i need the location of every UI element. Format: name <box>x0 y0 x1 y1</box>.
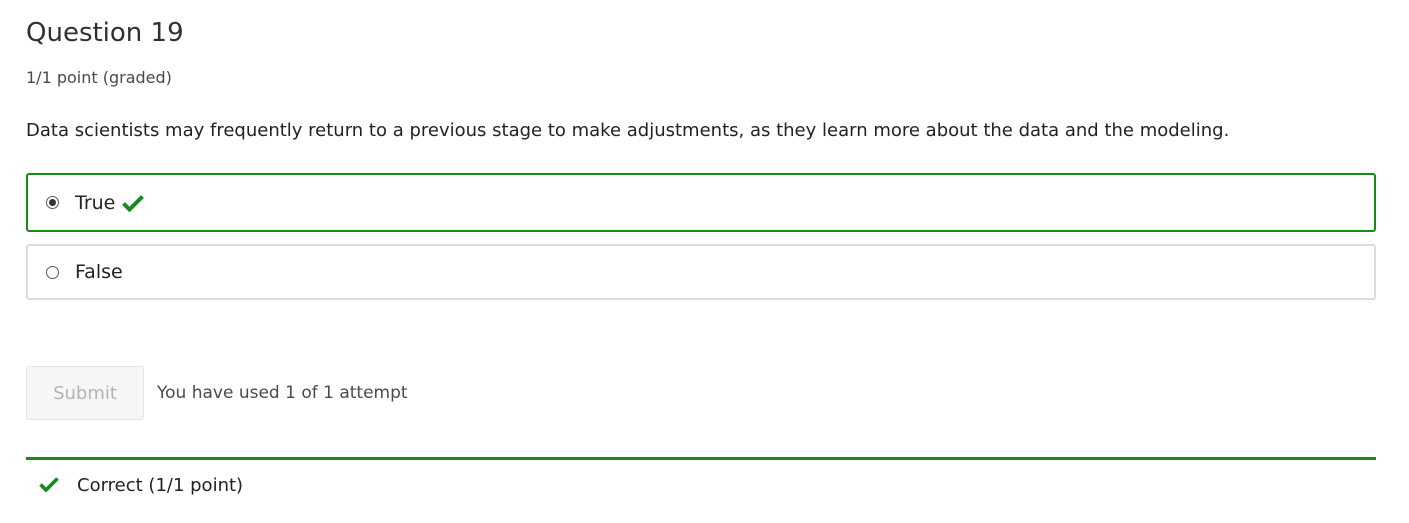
choice-false[interactable]: False <box>26 244 1376 300</box>
choice-true-label: True <box>75 191 116 214</box>
submit-button[interactable]: Submit <box>26 366 144 420</box>
points-status: 1/1 point (graded) <box>26 68 172 87</box>
correct-notification: Correct (1/1 point) <box>26 457 1376 523</box>
radio-button[interactable] <box>46 265 59 279</box>
notification-text: Correct (1/1 point) <box>77 475 244 496</box>
attempts-count: You have used 1 of 1 attempt <box>157 383 408 403</box>
checkmark-icon <box>39 476 59 496</box>
checkmark-icon <box>122 194 145 212</box>
choice-false-label: False <box>75 261 123 283</box>
notification-content: Correct (1/1 point) <box>39 474 243 498</box>
radio-button-selected[interactable] <box>46 196 59 209</box>
choice-true[interactable]: True <box>26 173 1376 232</box>
action-bar: Submit You have used 1 of 1 attempt <box>26 366 408 420</box>
question-title: Question 19 <box>26 18 184 48</box>
question-prompt: Data scientists may frequently return to… <box>26 120 1230 141</box>
